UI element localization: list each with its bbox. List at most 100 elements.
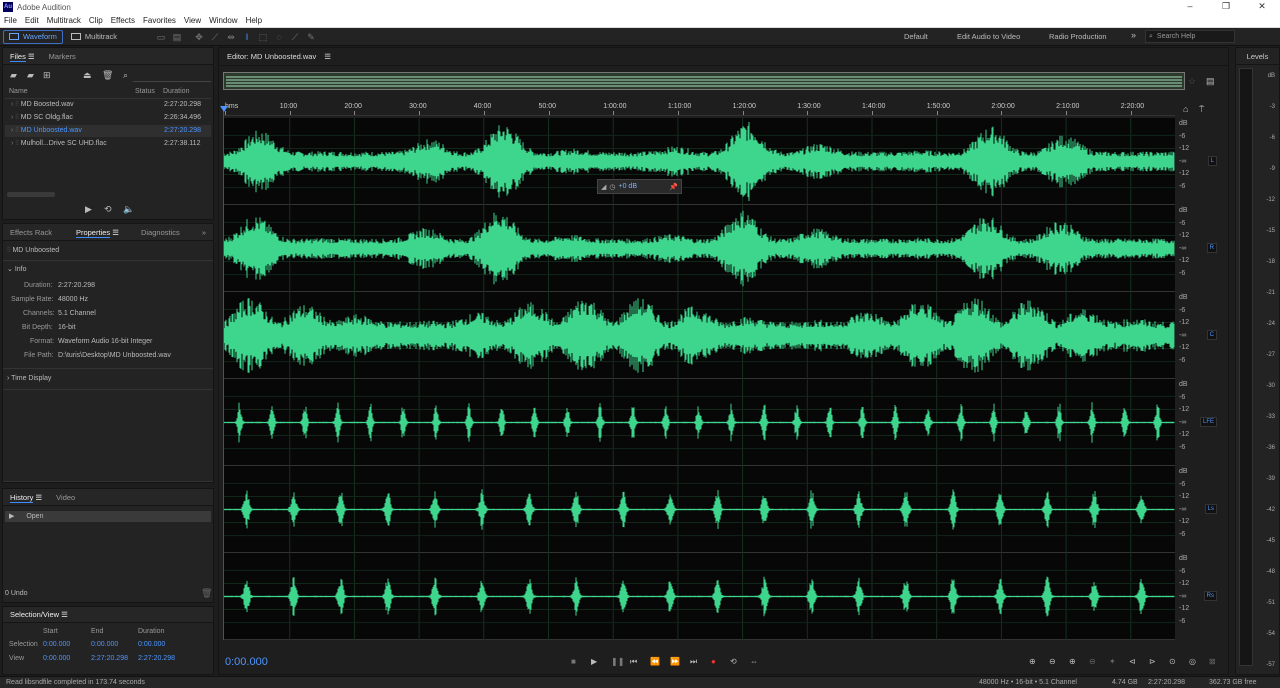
search-help-input[interactable]: ⌕ Search Help [1145,30,1235,43]
editor-title[interactable]: Editor: MD Unboosted.wav [227,52,316,61]
razor-tool-icon[interactable]: ⟋ [208,30,222,44]
editor-menu-icon[interactable]: ☰ [324,52,331,61]
menu-window[interactable]: Window [205,16,241,25]
file-row[interactable]: › ⫶⫶ MD SC Oldg.flac [11,114,73,122]
tab-video[interactable]: Video [49,493,82,502]
menu-clip[interactable]: Clip [85,16,107,25]
move-tool-icon[interactable]: ✥ [192,30,206,44]
rewind-icon[interactable]: ⏪ [650,657,660,666]
workspace-default[interactable]: Default [904,32,928,41]
marquee-tool-icon[interactable]: ⬚ [256,30,270,44]
multitrack-mode-button[interactable]: Multitrack [66,30,122,44]
selection-start-field[interactable]: 0:00.000 [43,641,70,648]
pause-icon[interactable]: ❚❚ [611,657,624,666]
channel-lane-l[interactable] [223,118,1175,205]
playhead[interactable] [223,106,224,640]
hud-volume[interactable]: ◢ ◷ +0 dB 📌 [597,179,682,194]
tab-markers[interactable]: Markers [42,52,83,61]
zoom-favorite-icon[interactable]: ☆ [1188,76,1196,87]
pin-hud-icon[interactable]: 📌 [669,183,678,191]
db-scale-lfe[interactable]: dB -6 -12 -∞ -12 -6 LFE [1177,379,1221,466]
more-workspaces-icon[interactable]: » [1131,30,1136,40]
volume-knob-icon[interactable]: ◷ [609,183,615,191]
previous-icon[interactable]: ⏮ [630,657,637,667]
record-icon[interactable]: ● [711,657,716,666]
view-start-field[interactable]: 0:00.000 [43,655,70,662]
minimize-icon[interactable]: – [1172,0,1208,14]
zoom-in-time-icon[interactable]: ⊕ [1069,657,1076,666]
view-duration-field[interactable]: 2:27:20.298 [138,655,175,662]
workspace-radio-production[interactable]: Radio Production [1049,32,1107,41]
menu-file[interactable]: File [0,16,21,25]
spectral-frequency-icon[interactable]: ▭ [154,30,168,44]
tab-properties[interactable]: Properties ☰ [69,227,126,238]
db-scale-rs[interactable]: dB -6 -12 -∞ -12 -6 Rs [1177,553,1221,640]
channel-label-l[interactable]: L [1207,155,1217,166]
loop-playback-icon[interactable]: ⟲ [730,657,737,666]
file-row-selected[interactable]: › ⫶⫶ MD Unboosted.wav [11,127,82,135]
close-icon[interactable]: ✕ [1244,0,1280,14]
zoom-to-fit-icon[interactable]: ◎ [1189,657,1196,666]
menu-effects[interactable]: Effects [107,16,139,25]
channel-lane-r[interactable] [223,205,1175,292]
selection-end-field[interactable]: 0:00.000 [91,641,118,648]
insert-multitrack-icon[interactable]: ⏏ [83,70,92,81]
db-scale-ls[interactable]: dB -6 -12 -∞ -12 -6 Ls [1177,466,1221,553]
tab-diagnostics[interactable]: Diagnostics [134,228,187,237]
db-scale-c[interactable]: dB -6 -12 -∞ -12 -6 C [1177,292,1221,379]
import-file-icon[interactable]: ▰ [27,70,34,81]
brush-tool-icon[interactable]: ⟋ [288,30,302,44]
menu-edit[interactable]: Edit [21,16,43,25]
marker-pin-icon[interactable]: ⍑ [1199,104,1204,115]
menu-help[interactable]: Help [242,16,266,25]
overview-navigator[interactable] [223,72,1185,90]
zoom-out-amplitude-icon[interactable]: ⊖ [1049,657,1056,666]
zoom-out-time-icon[interactable]: ⊖ [1089,657,1096,666]
tab-effects-rack[interactable]: Effects Rack [3,228,59,237]
time-display-section-toggle[interactable]: › Time Display [7,375,51,382]
channel-label-lfe[interactable]: LFE [1199,416,1217,427]
selection-view-title[interactable]: Selection/View ☰ [3,610,75,619]
view-end-field[interactable]: 2:27:20.298 [91,655,128,662]
slip-tool-icon[interactable]: ⇹ [224,30,238,44]
col-name[interactable]: Name [9,88,28,95]
spectral-pitch-icon[interactable]: ▤ [170,30,184,44]
play-preview-icon[interactable]: ▶ [85,204,92,215]
file-row[interactable]: › ⫶⫶ Mulholl...Drive SC UHD.flac [11,140,107,148]
playhead-handle-icon[interactable] [220,106,228,112]
snap-icon[interactable]: ⌂ [1183,104,1188,114]
menu-view[interactable]: View [180,16,205,25]
zoom-in-end-icon[interactable]: ⊳ [1149,657,1156,666]
editor-panel-menu-icon[interactable]: ▤ [1206,76,1215,87]
workspace-edit-audio-to-video[interactable]: Edit Audio to Video [957,32,1020,41]
zoom-in-amplitude-icon[interactable]: ⊕ [1029,657,1036,666]
waveform-display[interactable] [223,118,1175,640]
zoom-selection-icon[interactable]: ⊙ [1169,657,1176,666]
channel-label-r[interactable]: R [1206,242,1217,253]
zoom-tracks-icon[interactable]: ⊠ [1209,657,1216,666]
lasso-tool-icon[interactable]: ◌ [272,30,286,44]
menu-favorites[interactable]: Favorites [139,16,180,25]
channel-lane-rs[interactable] [223,553,1175,640]
info-section-toggle[interactable]: ⌄ Info [7,265,27,273]
expand-panels-icon[interactable]: » [195,228,213,237]
stop-icon[interactable]: ■ [571,657,576,666]
selection-duration-field[interactable]: 0:00.000 [138,641,165,648]
search-files-icon[interactable]: ⌕ [123,70,128,81]
channel-label-rs[interactable]: Rs [1203,590,1217,601]
db-scale-l[interactable]: dB -6 -12 -∞ -12 -6 L [1177,118,1221,205]
db-scale-r[interactable]: dB -6 -12 -∞ -12 -6 R [1177,205,1221,292]
next-icon[interactable]: ⏭ [690,657,697,667]
zoom-full-icon[interactable]: ✦ [1109,657,1116,666]
spot-healing-tool-icon[interactable]: ✎ [304,30,318,44]
col-status[interactable]: Status [135,88,155,95]
channel-lane-lfe[interactable] [223,379,1175,466]
fast-forward-icon[interactable]: ⏩ [670,657,680,666]
zoom-in-start-icon[interactable]: ⊲ [1129,657,1136,666]
menu-multitrack[interactable]: Multitrack [43,16,85,25]
channel-lane-ls[interactable] [223,466,1175,553]
col-duration[interactable]: Duration [163,88,189,95]
maximize-icon[interactable]: ❐ [1208,0,1244,14]
file-row[interactable]: › ⫶⫶ MD Boosted.wav [11,101,74,109]
time-ruler[interactable]: hms 10:00 20:00 30:00 40:00 50:00 1:00:00 1:10:… [223,100,1175,116]
